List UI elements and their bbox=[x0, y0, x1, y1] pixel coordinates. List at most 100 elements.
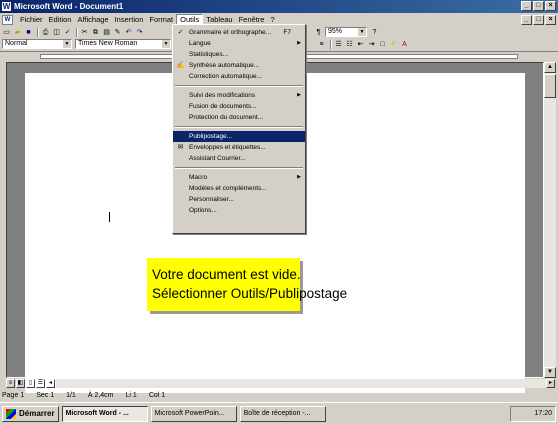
status-line: Li 1 bbox=[125, 392, 137, 399]
status-page: Page 1 bbox=[2, 392, 25, 399]
zoom-combo[interactable]: 95% ▼ bbox=[325, 27, 367, 37]
menu-item-protect-document[interactable]: Protection du document... bbox=[173, 112, 305, 123]
menu-item-track-changes[interactable]: Suivi des modifications ▶ bbox=[173, 90, 305, 101]
help-assistant-icon[interactable]: ? bbox=[370, 28, 379, 37]
border-icon[interactable]: □ bbox=[378, 40, 387, 49]
menu-insertion[interactable]: Insertion bbox=[112, 14, 147, 26]
highlight-icon[interactable]: ✐ bbox=[389, 40, 398, 49]
submenu-arrow-icon: ▶ bbox=[297, 174, 301, 180]
menu-edition[interactable]: Edition bbox=[46, 14, 75, 26]
start-label: Démarrer bbox=[19, 408, 55, 418]
format-painter-icon[interactable]: ✎ bbox=[113, 28, 122, 37]
open-folder-icon[interactable]: ▰ bbox=[13, 28, 22, 37]
bullets-icon[interactable]: ☷ bbox=[345, 40, 354, 49]
chevron-down-icon[interactable]: ▼ bbox=[358, 28, 366, 36]
minimize-button[interactable]: _ bbox=[521, 1, 532, 11]
toolbar-separator bbox=[76, 27, 78, 37]
scroll-down-icon[interactable]: ▼ bbox=[544, 367, 556, 378]
page-view-icon[interactable]: ▯ bbox=[26, 379, 35, 388]
menu-item-templates[interactable]: Modèles et compléments... bbox=[173, 183, 305, 194]
paste-icon[interactable]: ▤ bbox=[102, 28, 111, 37]
task-inbox[interactable]: Boîte de réception -... bbox=[239, 405, 326, 422]
new-document-icon[interactable]: ▭ bbox=[2, 28, 11, 37]
copy-icon[interactable]: ⧉ bbox=[91, 28, 100, 37]
font-value: Times New Roman bbox=[78, 40, 138, 47]
status-pages: 1/1 bbox=[66, 392, 76, 399]
increase-indent-icon[interactable]: ⇥ bbox=[367, 40, 376, 49]
zoom-value: 95% bbox=[328, 28, 343, 35]
word-app-icon[interactable]: W bbox=[2, 2, 11, 11]
menu-item-statistics[interactable]: Statistiques... bbox=[173, 49, 305, 60]
task-word[interactable]: Microsoft Word - ... bbox=[61, 405, 148, 422]
scroll-thumb[interactable] bbox=[544, 74, 556, 98]
doc-restore-button[interactable]: □ bbox=[533, 15, 544, 25]
menu-item-grammar[interactable]: ✓ Grammaire et orthographe... F7 bbox=[173, 27, 305, 38]
task-powerpoint[interactable]: Microsoft PowerPoin... bbox=[150, 405, 237, 422]
horizontal-scroll-track[interactable] bbox=[56, 379, 546, 388]
doc-minimize-button[interactable]: _ bbox=[521, 15, 532, 25]
undo-icon[interactable]: ↶ bbox=[124, 28, 133, 37]
menu-separator bbox=[175, 167, 303, 169]
normal-view-icon[interactable]: ≡ bbox=[6, 379, 15, 388]
window-title: Microsoft Word - Document1 bbox=[14, 2, 124, 11]
toolbar-separator bbox=[37, 27, 39, 37]
vertical-scrollbar[interactable]: ▲ ▼ bbox=[544, 62, 556, 378]
envelope-icon: ✉ bbox=[177, 144, 184, 151]
menu-item-letter-wizard[interactable]: Assistant Courrier... bbox=[173, 153, 305, 164]
scroll-left-icon[interactable]: ◂ bbox=[46, 379, 55, 388]
menu-item-autocorrect[interactable]: Correction automatique... bbox=[173, 71, 305, 82]
outline-view-icon[interactable]: ☰ bbox=[36, 379, 45, 388]
close-button[interactable]: × bbox=[545, 1, 556, 11]
style-value: Normal bbox=[5, 40, 28, 47]
maximize-button[interactable]: □ bbox=[533, 1, 544, 11]
print-preview-icon[interactable]: ◫ bbox=[52, 28, 61, 37]
justify-icon[interactable]: ≡ bbox=[317, 40, 326, 49]
style-combo[interactable]: Normal ▼ bbox=[2, 39, 72, 49]
redo-icon[interactable]: ↷ bbox=[135, 28, 144, 37]
menu-separator bbox=[175, 126, 303, 128]
spellcheck-icon: ✓ bbox=[177, 29, 184, 36]
menu-item-merge-documents[interactable]: Fusion de documents... bbox=[173, 101, 305, 112]
status-position: À 2,4cm bbox=[87, 392, 114, 399]
status-section: Sec 1 bbox=[36, 392, 55, 399]
summary-icon: ✍ bbox=[176, 62, 185, 69]
callout-line-1: Votre document est vide. bbox=[152, 267, 301, 282]
title-bar: W Microsoft Word - Document1 _ □ × bbox=[0, 0, 558, 13]
tools-menu: ✓ Grammaire et orthographe... F7 Langue … bbox=[172, 24, 306, 234]
menu-item-autosummarize[interactable]: ✍ Synthèse automatique... bbox=[173, 60, 305, 71]
text-cursor bbox=[109, 212, 110, 222]
menu-item-mail-merge[interactable]: Publipostage... bbox=[173, 131, 305, 142]
menu-item-language[interactable]: Langue ▶ bbox=[173, 38, 305, 49]
decrease-indent-icon[interactable]: ⇤ bbox=[356, 40, 365, 49]
menu-item-envelopes-labels[interactable]: ✉ Enveloppes et étiquettes... bbox=[173, 142, 305, 153]
status-column: Col 1 bbox=[148, 392, 166, 399]
menu-fichier[interactable]: Fichier bbox=[17, 14, 46, 26]
document-window-controls: _ □ × bbox=[521, 15, 556, 25]
chevron-down-icon[interactable]: ▼ bbox=[162, 40, 170, 48]
chevron-down-icon[interactable]: ▼ bbox=[63, 40, 71, 48]
print-icon[interactable]: ⎙ bbox=[41, 28, 50, 37]
system-tray: 17:20 bbox=[510, 406, 556, 422]
document-map-icon[interactable]: ¶ bbox=[314, 28, 323, 37]
save-icon[interactable]: ■ bbox=[24, 28, 33, 37]
word-window: W Microsoft Word - Document1 _ □ × W Fic… bbox=[0, 0, 558, 424]
scroll-up-icon[interactable]: ▲ bbox=[544, 62, 556, 73]
taskbar: Démarrer Microsoft Word - ... Microsoft … bbox=[0, 402, 558, 424]
scroll-right-icon[interactable]: ▸ bbox=[546, 379, 555, 388]
font-color-icon[interactable]: A bbox=[400, 40, 409, 49]
menu-item-macro[interactable]: Macro ▶ bbox=[173, 172, 305, 183]
menu-item-options[interactable]: Options... bbox=[173, 205, 305, 216]
font-combo[interactable]: Times New Roman ▼ bbox=[75, 39, 171, 49]
document-icon[interactable]: W bbox=[2, 15, 13, 25]
menu-item-customize[interactable]: Personnaliser... bbox=[173, 194, 305, 205]
menu-affichage[interactable]: Affichage bbox=[74, 14, 111, 26]
web-view-icon[interactable]: ◧ bbox=[16, 379, 25, 388]
shortcut-label: F7 bbox=[283, 29, 291, 36]
status-bar: Page 1 Sec 1 1/1 À 2,4cm Li 1 Col 1 bbox=[0, 390, 558, 401]
cut-icon[interactable]: ✂ bbox=[80, 28, 89, 37]
start-button[interactable]: Démarrer bbox=[2, 405, 59, 422]
numbering-icon[interactable]: ☰ bbox=[334, 40, 343, 49]
doc-close-button[interactable]: × bbox=[545, 15, 556, 25]
clock: 17:20 bbox=[534, 410, 552, 417]
spelling-icon[interactable]: ✓ bbox=[63, 28, 72, 37]
